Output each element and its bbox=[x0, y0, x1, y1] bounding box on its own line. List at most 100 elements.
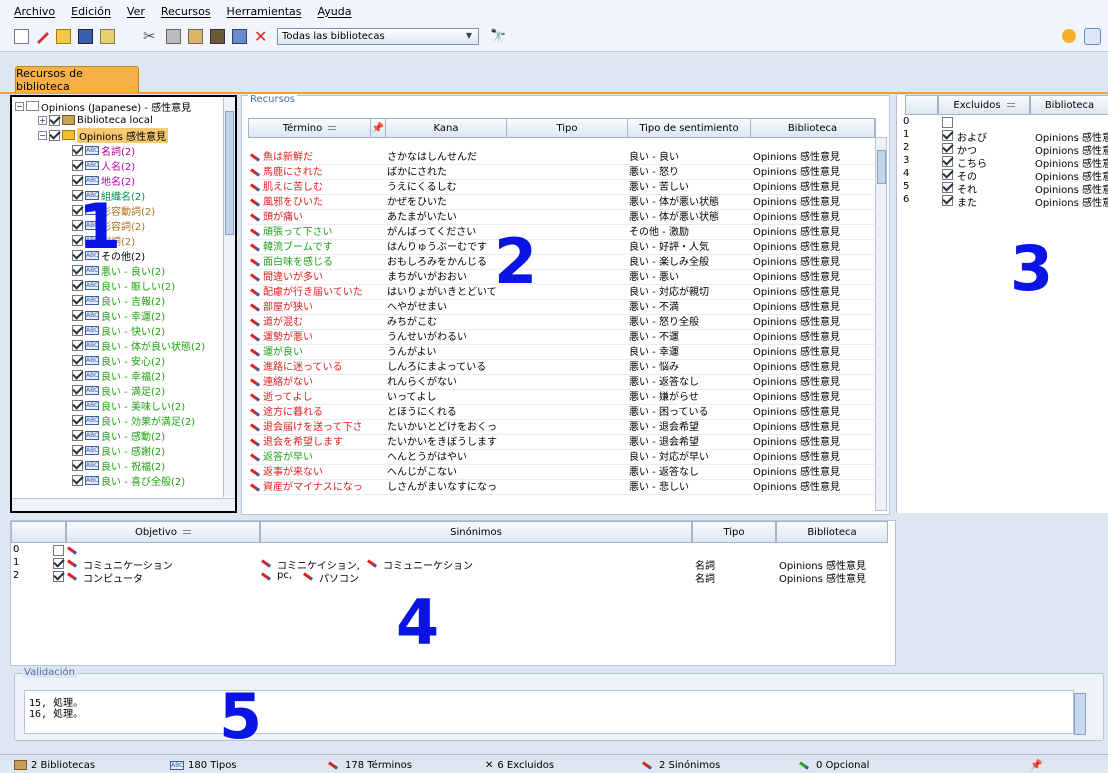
type-checkbox[interactable] bbox=[72, 144, 83, 156]
type-checkbox[interactable] bbox=[72, 474, 83, 486]
col-termino[interactable]: Término bbox=[249, 119, 371, 137]
table-row[interactable]: 運勢が悪い うんせいがわるい 悪い - 不運 Opinions 感性意見 bbox=[248, 330, 874, 345]
sinonimos-row[interactable]: 2 コンピュータ pc, パソコン 名詞 Opinions 感性意見 bbox=[11, 570, 897, 585]
menu-ver[interactable]: Ver bbox=[127, 5, 145, 18]
col-biblioteca[interactable]: Biblioteca bbox=[751, 119, 875, 137]
table-row[interactable]: 返答が早い へんとうがはやい 良い - 対応が早い Opinions 感性意見 bbox=[248, 450, 874, 465]
properties-icon[interactable] bbox=[100, 29, 115, 44]
type-checkbox[interactable] bbox=[72, 174, 83, 186]
type-checkbox[interactable] bbox=[72, 339, 83, 351]
excluidos-checkbox[interactable] bbox=[942, 117, 953, 128]
menu-archivo[interactable]: Archivo bbox=[14, 5, 55, 18]
excluidos-row[interactable]: 1 および Opinions 感性意 bbox=[897, 129, 1108, 144]
excluidos-checkbox[interactable] bbox=[942, 182, 953, 193]
library-selector[interactable]: Todas las bibliotecas ▼ bbox=[277, 28, 479, 45]
pin-icon[interactable]: 📌 bbox=[371, 119, 386, 137]
col-kana[interactable]: Kana bbox=[386, 119, 507, 137]
find-icon[interactable] bbox=[232, 29, 247, 44]
col-objetivo[interactable]: Objetivo bbox=[66, 521, 260, 543]
table-row[interactable]: 逝ってよし いってよし 悪い - 嫌がらせ Opinions 感性意見 bbox=[248, 390, 874, 405]
type-checkbox[interactable] bbox=[72, 444, 83, 456]
tree-type-item[interactable]: ABC 良い - 体が良い状態(2) bbox=[72, 338, 205, 353]
type-checkbox[interactable] bbox=[72, 264, 83, 276]
type-checkbox[interactable] bbox=[72, 369, 83, 381]
tree-type-item[interactable]: ABC 良い - 快い(2) bbox=[72, 323, 165, 338]
tree-type-item[interactable]: ABC 良い - 賑しい(2) bbox=[72, 278, 175, 293]
table-row[interactable]: 間違いが多い まちがいがおおい 悪い - 悪い Opinions 感性意見 bbox=[248, 270, 874, 285]
excluidos-row[interactable]: 6 また Opinions 感性意 bbox=[897, 194, 1108, 209]
table-row[interactable]: 運が良い うんがよい 良い - 幸運 Opinions 感性意見 bbox=[248, 345, 874, 360]
opinions-library-checkbox[interactable] bbox=[49, 129, 60, 141]
new-icon[interactable] bbox=[14, 29, 29, 44]
type-checkbox[interactable] bbox=[72, 159, 83, 171]
type-checkbox[interactable] bbox=[72, 384, 83, 396]
col-tipo[interactable]: Tipo bbox=[507, 119, 628, 137]
binoculars-icon[interactable]: 🔭 bbox=[490, 29, 506, 44]
sinonimos-checkbox[interactable] bbox=[53, 558, 64, 569]
pin-status-icon[interactable]: 📌 bbox=[1030, 758, 1042, 772]
table-row[interactable]: 面白味を感じる おもしろみをかんじる 良い - 楽しみ全般 Opinions 感性意見 bbox=[248, 255, 874, 270]
excluidos-row[interactable]: 0 bbox=[897, 116, 1108, 129]
sinonimos-row[interactable]: 1 コミュニケーション コミニケイション, コミュニーケション 名詞 Opinions 感… bbox=[11, 557, 897, 572]
table-row[interactable]: 風邪をひいた かぜをひいた 悪い - 体が悪い状態 Opinions 感性意見 bbox=[248, 195, 874, 210]
table-row[interactable]: 資産がマイナスになっ しさんがまいなすになっ 悪い - 悲しい Opinions 感性… bbox=[248, 480, 874, 495]
table-row[interactable]: 退会を希望します たいかいをきぼうします 悪い - 退会希望 Opinions 感性意… bbox=[248, 435, 874, 450]
open-folder-icon[interactable] bbox=[56, 29, 71, 44]
tree-type-item[interactable]: ABC 良い - 感動(2) bbox=[72, 428, 165, 443]
table-row[interactable]: 返事が来ない へんじがこない 悪い - 返答なし Opinions 感性意見 bbox=[248, 465, 874, 480]
validacion-scrollbar[interactable] bbox=[1074, 693, 1086, 735]
tree-type-item[interactable]: ABC 良い - 幸福(2) bbox=[72, 368, 165, 383]
tree-type-item[interactable]: ABC 良い - 感謝(2) bbox=[72, 443, 165, 458]
library-icon[interactable] bbox=[210, 29, 225, 44]
tab-recursos-de-biblioteca[interactable]: Recursos de biblioteca bbox=[15, 66, 139, 93]
col-syn-biblioteca[interactable]: Biblioteca bbox=[776, 521, 888, 543]
menu-edicion[interactable]: Edición bbox=[71, 5, 111, 18]
table-row[interactable]: 韓流ブームです はんりゅうぶーむです 良い - 好評・人気 Opinions 感性意見 bbox=[248, 240, 874, 255]
col-excl-biblioteca[interactable]: Biblioteca bbox=[1030, 95, 1108, 115]
col-sinonimos[interactable]: Sinónimos bbox=[260, 521, 692, 543]
local-library-checkbox[interactable] bbox=[49, 114, 60, 126]
table-row[interactable]: 肌えに苦しむ うえにくるしむ 悪い - 苦しい Opinions 感性意見 bbox=[248, 180, 874, 195]
table-row[interactable]: 頭が痛い あたまがいたい 悪い - 体が悪い状態 Opinions 感性意見 bbox=[248, 210, 874, 225]
type-checkbox[interactable] bbox=[72, 354, 83, 366]
excluidos-checkbox[interactable] bbox=[942, 195, 953, 206]
tree-type-item[interactable]: ABC 名詞(2) bbox=[72, 143, 135, 158]
tree-type-item[interactable]: ABC 良い - 祝福(2) bbox=[72, 458, 165, 473]
delete-icon[interactable]: ✕ bbox=[254, 29, 269, 45]
type-checkbox[interactable] bbox=[72, 459, 83, 471]
tree-type-item[interactable]: ABC 良い - 安心(2) bbox=[72, 353, 165, 368]
sinonimos-checkbox[interactable] bbox=[53, 545, 64, 556]
tree-type-item[interactable]: ABC 良い - 吉報(2) bbox=[72, 293, 165, 308]
tree-type-item[interactable]: ABC 良い - 満足(2) bbox=[72, 383, 165, 398]
table-row[interactable]: 退会届けを送って下さ たいかいとどけをおくっ 悪い - 退会希望 Opinions 感… bbox=[248, 420, 874, 435]
table-row[interactable]: 馬鹿にされた ばかにされた 悪い - 怒り Opinions 感性意見 bbox=[248, 165, 874, 180]
tree-vertical-scrollbar[interactable] bbox=[223, 97, 235, 497]
table-row[interactable]: 道が混む みちがこむ 悪い - 怒り全般 Opinions 感性意見 bbox=[248, 315, 874, 330]
col-excluidos[interactable]: Excluidos bbox=[938, 95, 1030, 115]
grid-vertical-scrollbar[interactable] bbox=[875, 137, 887, 511]
tree-type-item[interactable]: ABC 良い - 効果が満足(2) bbox=[72, 413, 195, 428]
expand-icon[interactable]: + bbox=[38, 115, 47, 125]
scroll-thumb[interactable] bbox=[877, 150, 886, 184]
table-row[interactable]: 進路に迷っている しんろにまよっている 悪い - 悩み Opinions 感性意見 bbox=[248, 360, 874, 375]
type-checkbox[interactable] bbox=[72, 429, 83, 441]
table-row[interactable]: 配慮が行き届いていた はいりょがいきとどいて 良い - 対応が親切 Opinions … bbox=[248, 285, 874, 300]
excluidos-checkbox[interactable] bbox=[942, 156, 953, 167]
table-row[interactable]: 頑張って下さい がんばってください その他 - 激励 Opinions 感性意見 bbox=[248, 225, 874, 240]
tree-horizontal-scrollbar[interactable] bbox=[12, 498, 235, 511]
tree-type-item[interactable]: ABC 良い - 幸運(2) bbox=[72, 308, 165, 323]
sinonimos-row[interactable]: 0 bbox=[11, 544, 897, 557]
table-row[interactable]: 部屋が狭い へやがせまい 悪い - 不満 Opinions 感性意見 bbox=[248, 300, 874, 315]
type-checkbox[interactable] bbox=[72, 324, 83, 336]
type-checkbox[interactable] bbox=[72, 279, 83, 291]
type-checkbox[interactable] bbox=[72, 294, 83, 306]
save-icon[interactable] bbox=[78, 29, 93, 44]
tree-local-library[interactable]: + Biblioteca local bbox=[38, 113, 153, 127]
tree-type-item[interactable]: ABC 良い - 喜び全般(2) bbox=[72, 473, 185, 488]
excluidos-checkbox[interactable] bbox=[942, 143, 953, 154]
type-checkbox[interactable] bbox=[72, 309, 83, 321]
excluidos-row[interactable]: 4 その Opinions 感性意 bbox=[897, 168, 1108, 183]
scroll-thumb[interactable] bbox=[225, 111, 234, 235]
notification-icon[interactable] bbox=[1062, 29, 1076, 43]
excluidos-row[interactable]: 5 それ Opinions 感性意 bbox=[897, 181, 1108, 196]
